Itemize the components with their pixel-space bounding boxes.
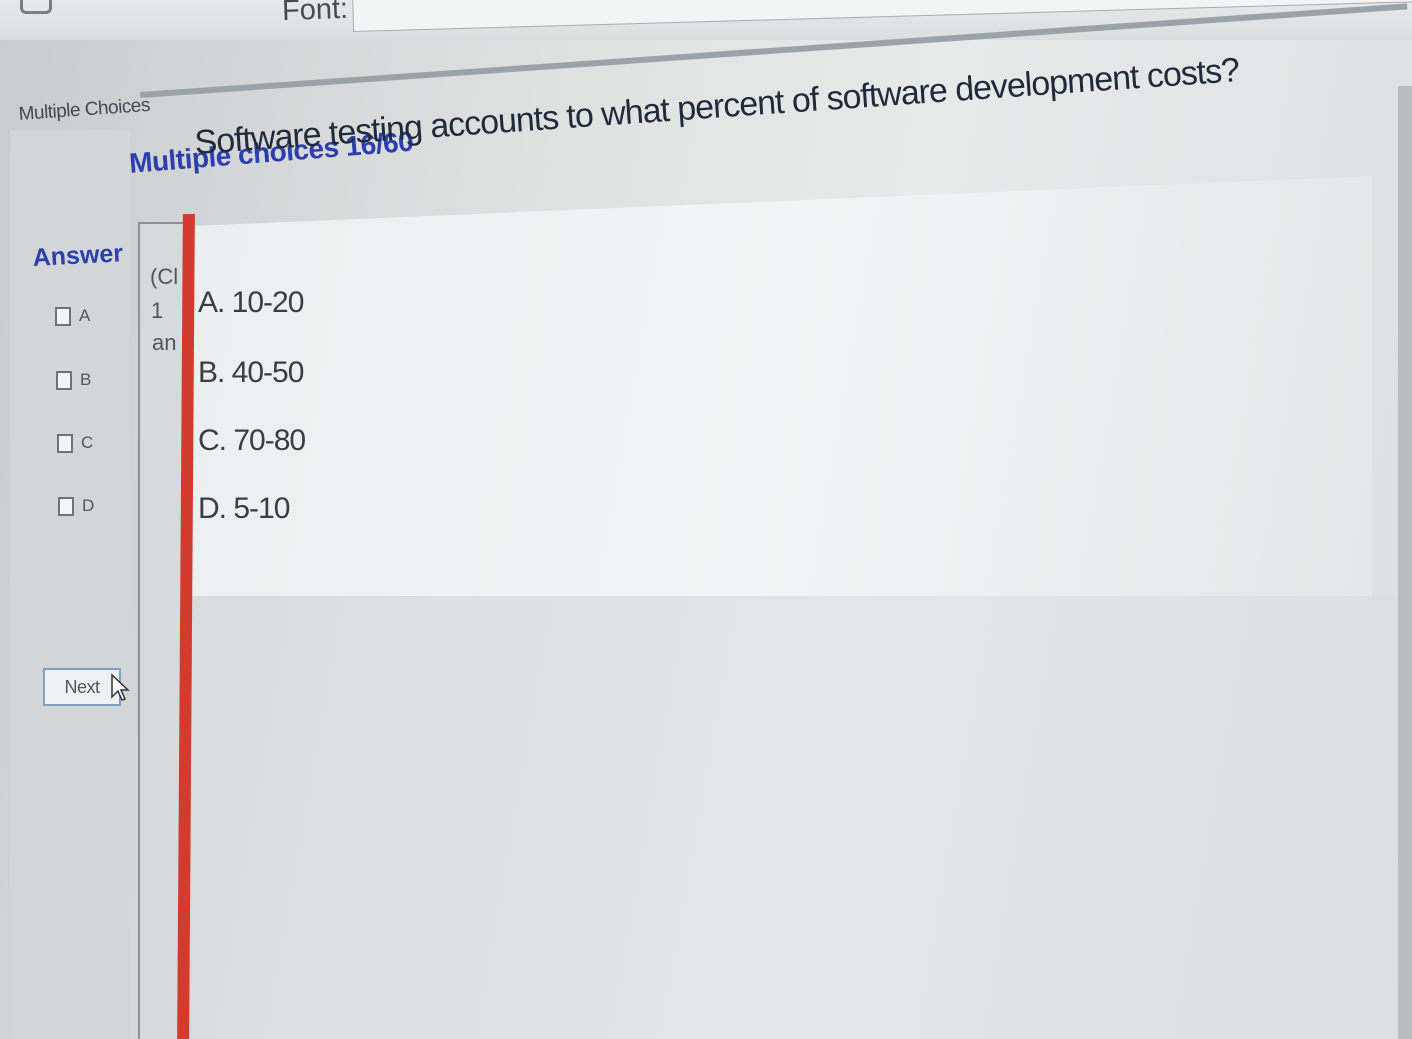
- quiz-screen: Font: Multiple Choices Multiple choices …: [0, 0, 1412, 1039]
- choice-label: D: [82, 496, 95, 515]
- answer-choice-a[interactable]: A: [55, 306, 90, 326]
- checkbox[interactable]: [55, 306, 71, 326]
- checkbox[interactable]: [58, 496, 74, 516]
- choice-label: A: [79, 306, 91, 325]
- option-b: B. 40-50: [198, 356, 304, 389]
- answer-choice-b[interactable]: B: [56, 370, 91, 390]
- question-panel-lower: [192, 596, 1412, 1039]
- app-icon: [20, 0, 52, 14]
- instructions-text-1: (Cl: [150, 264, 179, 289]
- instructions-text-2: 1: [151, 298, 164, 323]
- answer-choice-c[interactable]: C: [57, 433, 93, 453]
- answer-label: Answer: [32, 239, 124, 272]
- instructions-text-3: an: [152, 330, 177, 355]
- option-c: C. 70-80: [198, 424, 306, 457]
- question-panel: [192, 176, 1372, 596]
- option-a: A. 10-20: [198, 286, 304, 319]
- checkbox[interactable]: [57, 433, 73, 453]
- checkbox[interactable]: [56, 370, 72, 390]
- option-d: D. 5-10: [198, 492, 290, 525]
- choice-label: B: [80, 370, 92, 389]
- font-label: Font:: [281, 0, 349, 28]
- answer-choice-d[interactable]: D: [58, 496, 94, 516]
- window-right-edge: [1398, 86, 1412, 1039]
- question-text: Software testing accounts to what percen…: [193, 51, 1241, 163]
- choice-label: C: [81, 433, 94, 452]
- section-title: Multiple Choices: [18, 94, 151, 125]
